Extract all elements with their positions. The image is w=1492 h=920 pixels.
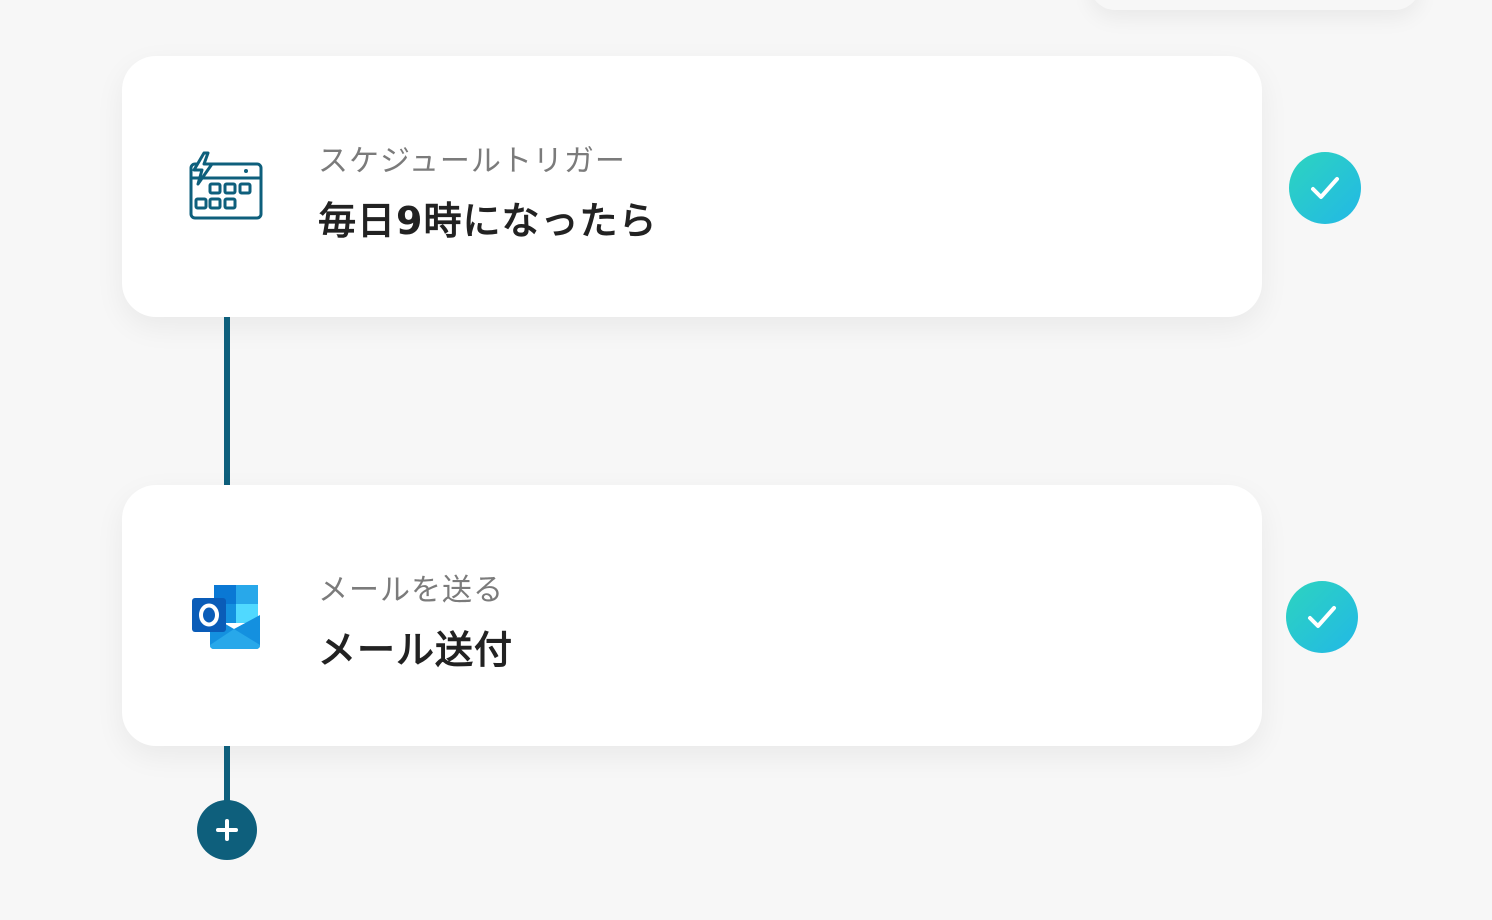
flow-canvas: スケジュールトリガー 毎日9時になったら メールを送る メール送付	[0, 0, 1492, 920]
schedule-calendar-icon	[188, 150, 264, 226]
step-complete-check-icon	[1286, 581, 1358, 653]
flow-step-card-send-mail[interactable]: メールを送る メール送付	[122, 485, 1262, 746]
top-panel-edge	[1090, 0, 1420, 10]
plus-icon	[216, 819, 238, 841]
outlook-icon	[188, 579, 264, 655]
step-title: 毎日9時になったら	[318, 199, 658, 243]
flow-step-card-schedule-trigger[interactable]: スケジュールトリガー 毎日9時になったら	[122, 56, 1262, 317]
step-title: メール送付	[318, 628, 514, 672]
step-subtitle: スケジュールトリガー	[318, 144, 626, 179]
flow-connector-line	[224, 317, 230, 485]
step-subtitle: メールを送る	[318, 573, 504, 608]
flow-connector-line	[224, 746, 230, 806]
step-complete-check-icon	[1289, 152, 1361, 224]
add-step-button[interactable]	[197, 800, 257, 860]
